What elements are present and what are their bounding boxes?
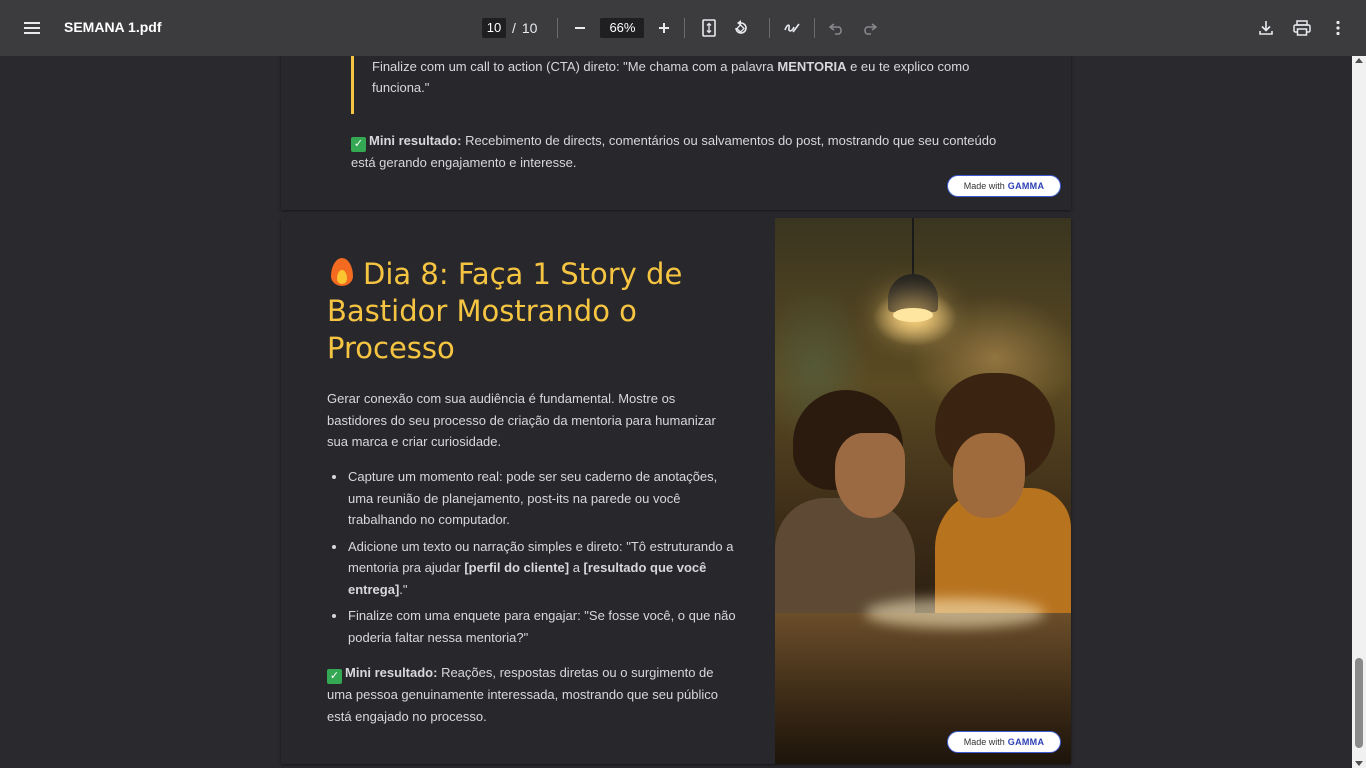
badge-brand: GAMMA (1007, 181, 1045, 191)
badge-prefix: Made with (963, 737, 1005, 747)
scroll-thumb[interactable] (1355, 658, 1363, 748)
page-zoom-controls: 10 / 10 66% (482, 14, 883, 42)
mini-result: ✓ Mini resultado: Recebimento de directs,… (351, 130, 1001, 173)
fire-icon (327, 256, 357, 288)
download-icon[interactable] (1252, 14, 1280, 42)
pdf-toolbar: SEMANA 1.pdf 10 / 10 66% (0, 0, 1366, 56)
list-item-text: a (569, 560, 584, 575)
quote-bold-text: MENTORIA (777, 59, 847, 74)
people-working-photo (775, 218, 1071, 764)
quote-text: Finalize com um call to action (CTA) dir… (372, 59, 778, 74)
page-total: 10 (521, 20, 538, 36)
list-item: Adicione um texto ou narração simples e … (327, 536, 737, 601)
check-icon: ✓ (327, 669, 342, 684)
zoom-input[interactable]: 66% (600, 18, 645, 38)
check-icon: ✓ (351, 137, 366, 152)
list-item: Finalize com uma enquete para engajar: "… (327, 605, 737, 648)
more-icon[interactable] (1324, 14, 1352, 42)
list-item: Capture um momento real: pode ser seu ca… (327, 466, 737, 531)
intro-paragraph: Gerar conexão com sua audiência é fundam… (327, 391, 716, 449)
pdf-page-10: Dia 8: Faça 1 Story de Bastidor Mostrand… (281, 218, 1071, 764)
scroll-up-arrow-icon[interactable] (1355, 58, 1363, 63)
vertical-scrollbar[interactable] (1352, 56, 1366, 768)
draw-icon[interactable] (778, 14, 806, 42)
toolbar-divider (557, 18, 559, 38)
redo-icon[interactable] (855, 14, 883, 42)
mini-result-label: Mini resultado: (345, 665, 438, 680)
menu-icon[interactable] (20, 16, 44, 40)
mini-result-label: Mini resultado: (369, 133, 462, 148)
list-item-text: ." (399, 581, 408, 597)
toolbar-divider (769, 18, 771, 38)
toolbar-actions (1252, 14, 1352, 42)
page-title-text: Dia 8: Faça 1 Story de Bastidor Mostrand… (327, 257, 683, 365)
document-title: SEMANA 1.pdf (64, 19, 162, 35)
pdf-page-9: Finalize com um call to action (CTA) dir… (281, 56, 1071, 210)
toolbar-divider (684, 18, 686, 38)
fit-page-icon[interactable] (695, 14, 723, 42)
page-title: Dia 8: Faça 1 Story de Bastidor Mostrand… (327, 256, 747, 367)
zoom-in-icon[interactable] (650, 14, 678, 42)
badge-brand: GAMMA (1007, 737, 1045, 747)
toolbar-divider (814, 18, 816, 38)
scroll-down-arrow-icon[interactable] (1355, 761, 1363, 766)
made-with-gamma-badge[interactable]: Made with GAMMA (947, 731, 1061, 753)
pdf-viewer[interactable]: Finalize com um call to action (CTA) dir… (0, 56, 1366, 768)
badge-prefix: Made with (963, 181, 1005, 191)
steps-list: Capture um momento real: pode ser seu ca… (327, 466, 737, 653)
made-with-gamma-badge[interactable]: Made with GAMMA (947, 175, 1061, 197)
list-item-bold: [perfil do cliente] (464, 560, 570, 575)
page-separator: / (512, 20, 516, 36)
zoom-out-icon[interactable] (566, 14, 594, 42)
undo-icon[interactable] (823, 14, 851, 42)
print-icon[interactable] (1288, 14, 1316, 42)
page-number-input[interactable]: 10 (482, 18, 506, 38)
cta-quote: Finalize com um call to action (CTA) dir… (351, 56, 991, 114)
mini-result: ✓ Mini resultado: Reações, respostas dire… (327, 662, 727, 727)
rotate-icon[interactable] (727, 14, 755, 42)
